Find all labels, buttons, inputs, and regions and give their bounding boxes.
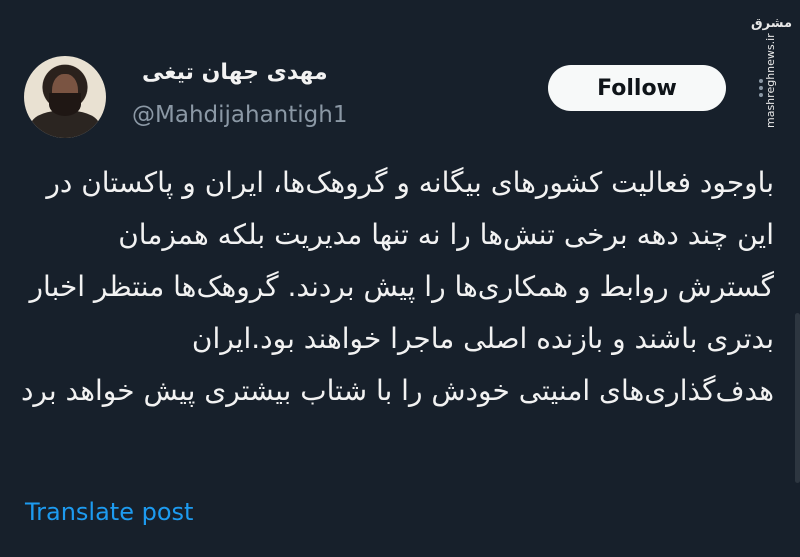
follow-button[interactable]: Follow [548, 65, 726, 111]
more-dot [759, 79, 763, 83]
tweet-card: مهدی جهان تیغی @Mahdijahantigh1 Follow ب… [0, 0, 800, 557]
handle[interactable]: @Mahdijahantigh1 [132, 102, 347, 128]
display-name[interactable]: مهدی جهان تیغی [142, 60, 342, 85]
avatar-beard [49, 93, 81, 116]
more-dot [759, 86, 763, 90]
avatar[interactable] [24, 56, 106, 138]
translate-post-link[interactable]: Translate post [25, 498, 193, 526]
more-dot [759, 93, 763, 97]
tweet-text: باوجود فعالیت کشورهای بیگانه و گروهک‌ها،… [20, 166, 774, 407]
scrollbar[interactable] [795, 313, 800, 483]
watermark-url: mashreghnews.ir [764, 33, 777, 128]
